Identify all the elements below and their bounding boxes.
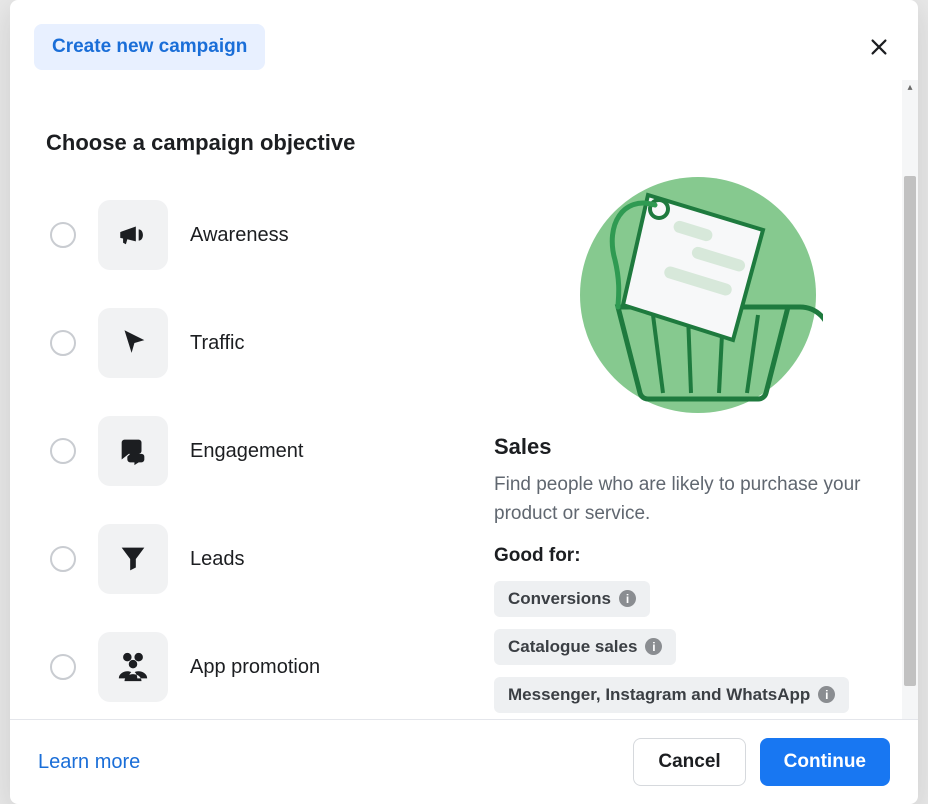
modal-header: Create new campaign [10, 0, 918, 80]
objective-label: Traffic [190, 332, 244, 355]
objective-detail-column: Sales Find people who are likely to purc… [466, 130, 892, 719]
scrollbar-thumb[interactable] [904, 176, 916, 686]
modal-content: Choose a campaign objective Awareness [10, 80, 918, 719]
modal-footer: Learn more Cancel Continue [10, 719, 918, 804]
megaphone-icon [98, 200, 168, 270]
footer-actions: Cancel Continue [633, 738, 890, 786]
detail-description: Find people who are likely to purchase y… [494, 470, 892, 529]
people-icon [98, 632, 168, 702]
objective-leads[interactable]: Leads [36, 514, 466, 604]
radio-app-promotion[interactable] [50, 654, 76, 680]
good-for-label: Good for: [494, 545, 892, 567]
close-icon[interactable] [868, 36, 890, 58]
radio-awareness[interactable] [50, 222, 76, 248]
chip-conversions: Conversions i [494, 581, 650, 617]
objective-engagement[interactable]: Engagement [36, 406, 466, 496]
info-icon[interactable]: i [645, 638, 662, 655]
scrollbar-up-arrow[interactable]: ▴ [904, 82, 916, 94]
chip-label: Messenger, Instagram and WhatsApp [508, 685, 810, 705]
radio-engagement[interactable] [50, 438, 76, 464]
chip-messenger-instagram-whatsapp: Messenger, Instagram and WhatsApp i [494, 677, 849, 713]
section-title: Choose a campaign objective [36, 130, 466, 156]
radio-traffic[interactable] [50, 330, 76, 356]
info-icon[interactable]: i [619, 590, 636, 607]
objective-traffic[interactable]: Traffic [36, 298, 466, 388]
radio-leads[interactable] [50, 546, 76, 572]
info-icon[interactable]: i [818, 686, 835, 703]
objective-label: App promotion [190, 656, 320, 679]
chip-catalogue-sales: Catalogue sales i [494, 629, 676, 665]
chat-icon [98, 416, 168, 486]
objective-label: Awareness [190, 224, 289, 247]
objective-label: Engagement [190, 440, 303, 463]
chip-label: Conversions [508, 589, 611, 609]
objectives-list: Awareness Traffic Enga [36, 190, 466, 719]
create-new-campaign-button[interactable]: Create new campaign [34, 24, 265, 70]
objective-awareness[interactable]: Awareness [36, 190, 466, 280]
sales-illustration [553, 160, 833, 420]
funnel-icon [98, 524, 168, 594]
scrollbar-track[interactable]: ▴ [902, 80, 918, 719]
campaign-objective-modal: Create new campaign Choose a campaign ob… [10, 0, 918, 804]
cancel-button[interactable]: Cancel [633, 738, 745, 786]
modal-scroll-area[interactable]: Choose a campaign objective Awareness [10, 80, 918, 719]
chip-label: Catalogue sales [508, 637, 637, 657]
objectives-column: Choose a campaign objective Awareness [36, 130, 466, 719]
cursor-icon [98, 308, 168, 378]
detail-title: Sales [494, 434, 892, 460]
continue-button[interactable]: Continue [760, 738, 890, 786]
good-for-chips: Conversions i Catalogue sales i Messenge… [494, 581, 892, 713]
objective-app-promotion[interactable]: App promotion [36, 622, 466, 712]
objective-label: Leads [190, 548, 245, 571]
learn-more-link[interactable]: Learn more [38, 751, 140, 774]
